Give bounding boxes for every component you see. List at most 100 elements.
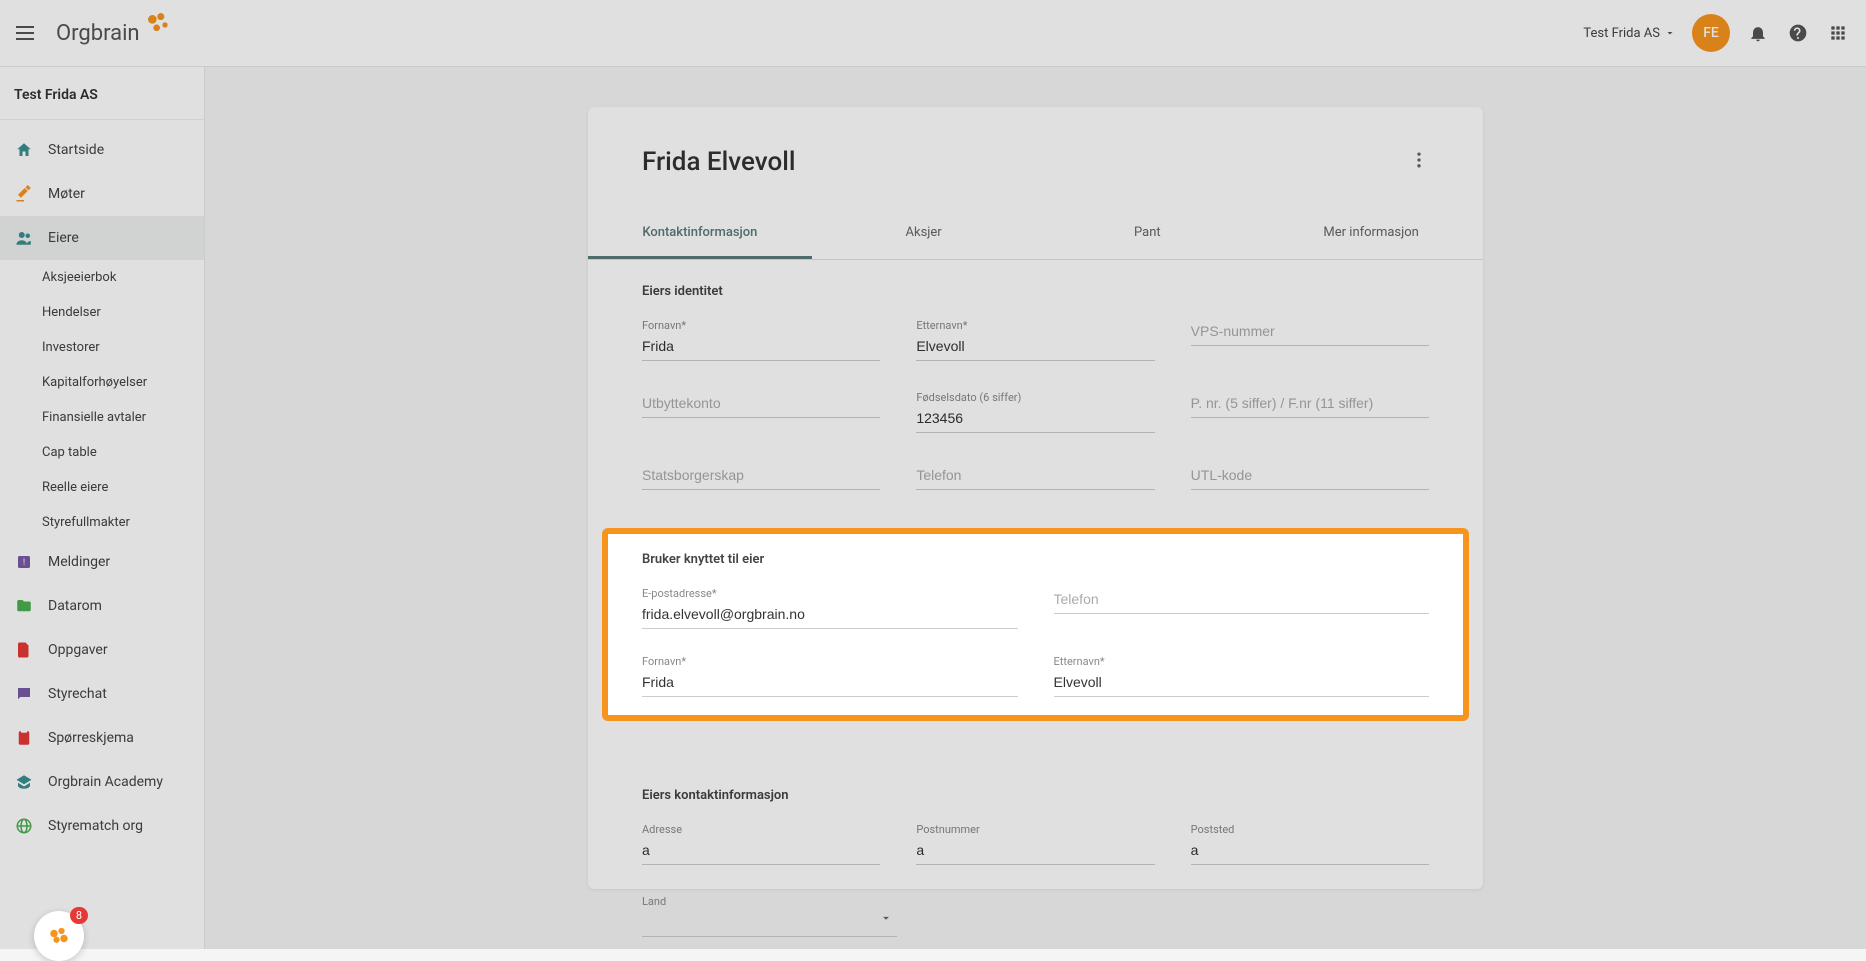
globe-icon [14, 816, 34, 836]
sidebar-item-label: Styrechat [48, 686, 107, 702]
email-label: E-postadresse* [642, 587, 1018, 600]
tab-pant[interactable]: Pant [1036, 209, 1260, 259]
sidebar-item-eiere[interactable]: Eiere [0, 216, 204, 260]
sidebar-subitem-aksjeeierbok[interactable]: Aksjeeierbok [42, 260, 204, 295]
fornavn-field: Fornavn* [642, 319, 880, 361]
sidebar-subitem-hendelser[interactable]: Hendelser [42, 295, 204, 330]
chevron-down-icon [1664, 27, 1676, 39]
poststed-input[interactable] [1191, 838, 1429, 865]
fornavn-label: Fornavn* [642, 319, 880, 332]
pnr-field [1191, 391, 1429, 433]
sidebar-item-styrechat[interactable]: Styrechat [0, 672, 204, 716]
fornavn2-label: Fornavn* [642, 655, 1018, 668]
people-icon [14, 228, 34, 248]
chevron-down-icon [879, 910, 893, 929]
sidebar-item-orgbrain-academy[interactable]: Orgbrain Academy [0, 760, 204, 804]
folder-icon [14, 596, 34, 616]
fdato-field: Fødselsdato (6 siffer) [916, 391, 1154, 433]
fornavn-input[interactable] [642, 334, 880, 361]
tabs: KontaktinformasjonAksjerPantMer informas… [588, 209, 1483, 260]
utl-input[interactable] [1191, 463, 1429, 490]
sidebar-item-label: Oppgaver [48, 642, 108, 658]
main-content: Frida Elvevoll KontaktinformasjonAksjerP… [205, 67, 1866, 949]
adresse-input[interactable] [642, 838, 880, 865]
announce-icon: ! [14, 552, 34, 572]
fdato-input[interactable] [916, 406, 1154, 433]
sidebar-item-spørreskjema[interactable]: Spørreskjema [0, 716, 204, 760]
land-input[interactable] [642, 910, 897, 937]
logo-dots-icon [144, 11, 172, 39]
apps-button[interactable] [1826, 21, 1850, 45]
sidebar-subitem-kapitalforhøyelser[interactable]: Kapitalforhøyelser [42, 365, 204, 400]
telefon-input[interactable] [916, 463, 1154, 490]
clipboard-icon [14, 728, 34, 748]
logo-text: Orgbrain [56, 21, 140, 46]
tab-kontaktinformasjon[interactable]: Kontaktinformasjon [588, 209, 812, 259]
telefon2-input[interactable] [1054, 587, 1430, 614]
brain-icon [44, 921, 74, 951]
sidebar-item-meldinger[interactable]: ! Meldinger [0, 540, 204, 584]
sidebar-item-label: Startside [48, 142, 104, 158]
sidebar-item-label: Meldinger [48, 554, 110, 570]
etternavn-field: Etternavn* [916, 319, 1154, 361]
utbytte-input[interactable] [642, 391, 880, 418]
utl-field [1191, 463, 1429, 490]
etternavn2-field: Etternavn* [1054, 655, 1430, 697]
chat-icon [14, 684, 34, 704]
sidebar-item-oppgaver[interactable]: Oppgaver [0, 628, 204, 672]
sidebar-subitem-reelle-eiere[interactable]: Reelle eiere [42, 470, 204, 505]
sidebar-item-label: Orgbrain Academy [48, 774, 163, 790]
entity-name: Test Frida AS [1583, 26, 1660, 41]
postnr-field: Postnummer [916, 823, 1154, 865]
svg-text:!: ! [23, 558, 25, 568]
email-field: E-postadresse* [642, 587, 1018, 629]
entity-dropdown[interactable]: Test Frida AS [1583, 26, 1676, 41]
fornavn2-field: Fornavn* [642, 655, 1018, 697]
more-options-button[interactable] [1409, 150, 1429, 174]
sidebar-item-label: Spørreskjema [48, 730, 134, 746]
menu-toggle-button[interactable] [16, 21, 40, 45]
sidebar-title: Test Frida AS [0, 87, 204, 120]
sidebar-item-startside[interactable]: Startside [0, 128, 204, 172]
adresse-label: Adresse [642, 823, 880, 836]
user-link-section: Bruker knyttet til eier E-postadresse* F… [602, 528, 1469, 721]
home-icon [14, 140, 34, 160]
identity-section: Eiers identitet Fornavn* Etternavn* [588, 260, 1483, 528]
adresse-field: Adresse [642, 823, 880, 865]
help-button[interactable] [1786, 21, 1810, 45]
sidebar-item-label: Datarom [48, 598, 102, 614]
sidebar-item-møter[interactable]: Møter [0, 172, 204, 216]
avatar[interactable]: FE [1692, 14, 1730, 52]
sidebar: Test Frida AS Startside Møter Eiere Aksjeei… [0, 67, 205, 949]
apps-grid-icon [1828, 23, 1848, 43]
contact-section: Eiers kontaktinformasjon Adresse Postnum… [588, 764, 1483, 949]
sidebar-subitem-investorer[interactable]: Investorer [42, 330, 204, 365]
sidebar-subitem-styrefullmakter[interactable]: Styrefullmakter [42, 505, 204, 540]
logo: Orgbrain [56, 19, 172, 47]
contact-section-title: Eiers kontaktinformasjon [642, 788, 1429, 803]
fdato-label: Fødselsdato (6 siffer) [916, 391, 1154, 404]
sidebar-subitem-finansielle-avtaler[interactable]: Finansielle avtaler [42, 400, 204, 435]
telefon-field [916, 463, 1154, 490]
owner-card: Frida Elvevoll KontaktinformasjonAksjerP… [588, 107, 1483, 889]
land-label: Land [642, 895, 897, 908]
sidebar-item-styrematch-org[interactable]: Styrematch org [0, 804, 204, 848]
etternavn2-input[interactable] [1054, 670, 1430, 697]
sidebar-item-label: Eiere [48, 230, 79, 246]
pnr-input[interactable] [1191, 391, 1429, 418]
email-input[interactable] [642, 602, 1018, 629]
poststed-label: Poststed [1191, 823, 1429, 836]
notifications-button[interactable] [1746, 21, 1770, 45]
fornavn2-input[interactable] [642, 670, 1018, 697]
chat-widget-button[interactable]: 8 [34, 911, 84, 961]
identity-section-title: Eiers identitet [642, 284, 1429, 299]
sidebar-item-datarom[interactable]: Datarom [0, 584, 204, 628]
tab-mer-informasjon[interactable]: Mer informasjon [1259, 209, 1483, 259]
etternavn-input[interactable] [916, 334, 1154, 361]
help-icon [1788, 23, 1808, 43]
vps-input[interactable] [1191, 319, 1429, 346]
sidebar-subitem-cap-table[interactable]: Cap table [42, 435, 204, 470]
postnr-input[interactable] [916, 838, 1154, 865]
stats-input[interactable] [642, 463, 880, 490]
tab-aksjer[interactable]: Aksjer [812, 209, 1036, 259]
